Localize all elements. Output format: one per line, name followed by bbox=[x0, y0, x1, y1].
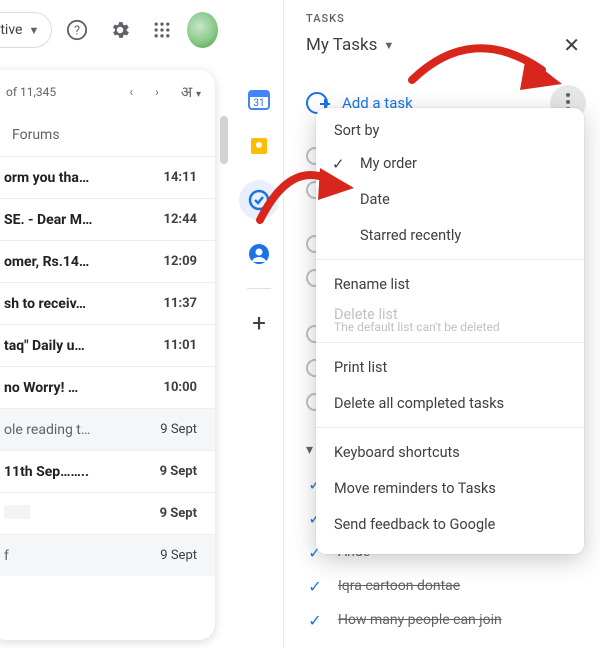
help-icon[interactable]: ? bbox=[60, 10, 94, 50]
menu-sort-date[interactable]: Date bbox=[316, 181, 584, 217]
menu-delete-completed[interactable]: Delete all completed tasks bbox=[316, 385, 584, 421]
menu-divider bbox=[316, 342, 584, 343]
pagination-count: of 11,345 bbox=[6, 85, 114, 99]
prev-page-button[interactable]: ‹ bbox=[124, 81, 140, 103]
keep-rail-icon[interactable] bbox=[247, 134, 271, 158]
mail-subject: no Worry! … bbox=[4, 380, 78, 396]
completed-task-row[interactable]: ✓ Iqra cartoon dontae bbox=[306, 569, 586, 603]
mail-row[interactable]: orm you tha… 14:11 bbox=[0, 156, 215, 198]
check-icon: ✓ bbox=[332, 155, 345, 173]
input-tools-button[interactable]: अ ▾ bbox=[175, 80, 207, 104]
mail-row[interactable]: SE. - Dear M… 12:44 bbox=[0, 198, 215, 240]
mail-time: 12:44 bbox=[164, 212, 198, 227]
menu-sort-heading: Sort by bbox=[316, 118, 584, 145]
mail-subject: 11th Sep…….. bbox=[4, 464, 89, 480]
mail-time: 11:01 bbox=[164, 338, 198, 353]
mail-row[interactable]: sh to receiv… 11:37 bbox=[0, 282, 215, 324]
mail-time: 10:00 bbox=[164, 380, 198, 395]
completed-task-label: How many people can join bbox=[338, 612, 502, 628]
mail-subject: SE. - Dear M… bbox=[4, 212, 92, 228]
contacts-rail-icon[interactable] bbox=[247, 242, 271, 266]
check-icon: ✓ bbox=[306, 577, 324, 596]
tasks-rail-icon[interactable] bbox=[239, 180, 279, 220]
gear-icon[interactable] bbox=[103, 10, 137, 50]
apps-grid-icon[interactable] bbox=[145, 10, 179, 50]
mail-row[interactable]: no Worry! … 10:00 bbox=[0, 366, 215, 408]
filter-label: ctive bbox=[0, 22, 22, 38]
mail-subject: ole reading t… bbox=[4, 422, 90, 438]
completed-task-row[interactable]: ✓ How many people can join bbox=[306, 603, 586, 637]
chevron-down-icon: ▼ bbox=[28, 24, 39, 37]
mail-row[interactable]: 9 Sept bbox=[0, 492, 215, 534]
mail-list-panel: of 11,345 ‹ › अ ▾ Forums orm you tha… 14:… bbox=[0, 70, 215, 640]
mail-time: 14:11 bbox=[164, 170, 198, 185]
menu-delete-list: Delete list bbox=[316, 302, 584, 326]
next-page-button[interactable]: › bbox=[149, 81, 165, 103]
addons-plus-button[interactable]: + bbox=[247, 311, 271, 335]
close-icon[interactable]: ✕ bbox=[557, 27, 586, 63]
mail-subject: sh to receiv… bbox=[4, 296, 86, 312]
mail-subject: taq" Daily u… bbox=[4, 338, 85, 354]
tasks-label: TASKS bbox=[306, 12, 586, 25]
side-rail: 31 + bbox=[235, 70, 283, 335]
mail-subject: f bbox=[4, 548, 9, 564]
scrollbar-thumb[interactable] bbox=[220, 116, 228, 164]
chevron-down-icon: ▼ bbox=[383, 39, 394, 52]
mail-time: 11:37 bbox=[164, 296, 198, 311]
mail-row[interactable]: f 9 Sept bbox=[0, 534, 215, 576]
chevron-down-icon: ▾ bbox=[306, 442, 313, 458]
mail-row[interactable]: omer, Rs.14… 12:09 bbox=[0, 240, 215, 282]
menu-sort-my-order[interactable]: ✓ My order bbox=[316, 145, 584, 181]
menu-send-feedback[interactable]: Send feedback to Google bbox=[316, 506, 584, 542]
menu-keyboard-shortcuts[interactable]: Keyboard shortcuts bbox=[316, 434, 584, 470]
check-icon: ✓ bbox=[306, 611, 324, 630]
tasks-options-menu: Sort by ✓ My order Date Starred recently… bbox=[316, 108, 584, 554]
menu-divider bbox=[316, 259, 584, 260]
svg-text:31: 31 bbox=[253, 98, 264, 109]
tasks-list-selector[interactable]: My Tasks ▼ bbox=[306, 35, 394, 55]
menu-print-list[interactable]: Print list bbox=[316, 349, 584, 385]
mail-time: 9 Sept bbox=[160, 422, 197, 437]
mail-row[interactable]: 11th Sep…….. 9 Sept bbox=[0, 450, 215, 492]
mail-time: 9 Sept bbox=[160, 464, 197, 479]
mail-row[interactable]: ole reading t… 9 Sept bbox=[0, 408, 215, 450]
menu-move-reminders[interactable]: Move reminders to Tasks bbox=[316, 470, 584, 506]
mail-time: 9 Sept bbox=[160, 506, 197, 521]
inbox-filter-button[interactable]: ctive ▼ bbox=[0, 12, 52, 48]
completed-task-label: Iqra cartoon dontae bbox=[338, 578, 460, 594]
mail-time: 9 Sept bbox=[160, 548, 197, 563]
menu-divider bbox=[316, 427, 584, 428]
mail-subject bbox=[4, 505, 30, 523]
menu-sort-starred[interactable]: Starred recently bbox=[316, 217, 584, 253]
mail-time: 12:09 bbox=[164, 254, 198, 269]
divider bbox=[283, 0, 284, 648]
avatar[interactable] bbox=[187, 12, 218, 48]
tab-forums[interactable]: Forums bbox=[0, 114, 215, 156]
svg-text:?: ? bbox=[74, 24, 80, 39]
calendar-rail-icon[interactable]: 31 bbox=[247, 88, 271, 112]
mail-subject: orm you tha… bbox=[4, 170, 89, 186]
menu-rename-list[interactable]: Rename list bbox=[316, 266, 584, 302]
mail-subject: omer, Rs.14… bbox=[4, 254, 89, 270]
mail-row[interactable]: taq" Daily u… 11:01 bbox=[0, 324, 215, 366]
